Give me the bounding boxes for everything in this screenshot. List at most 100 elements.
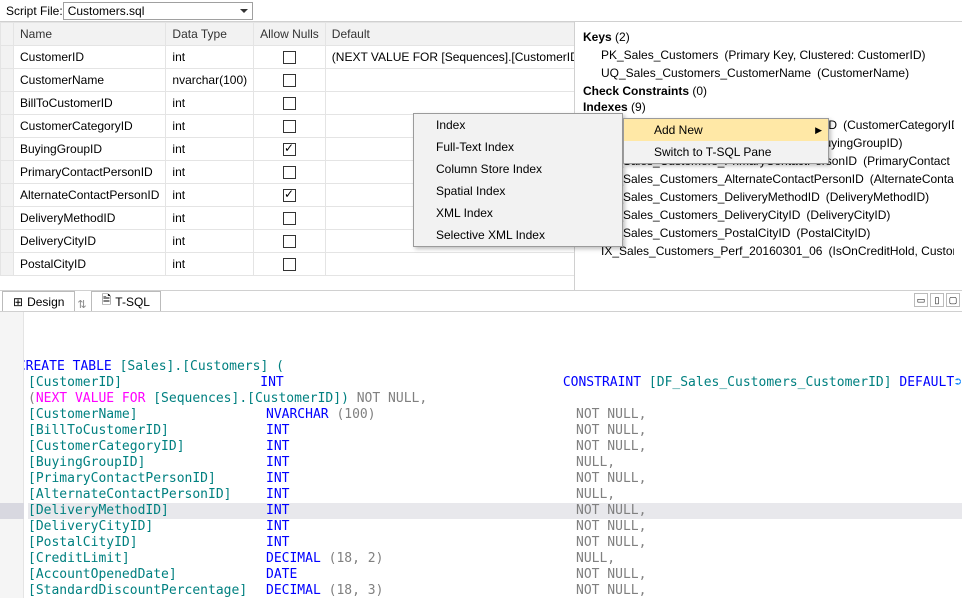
cell-name[interactable]: CustomerCategoryID: [14, 115, 166, 138]
context-menu: Add New▶ Switch to T-SQL Pane: [623, 118, 829, 164]
table-row[interactable]: PostalCityIDint: [1, 253, 576, 276]
index-item[interactable]: FK_Sales_Customers_DeliveryCityID(Delive…: [601, 206, 954, 224]
tab-design[interactable]: ⊞ Design: [2, 291, 75, 311]
key-item[interactable]: PK_Sales_Customers(Primary Key, Clustere…: [601, 46, 954, 64]
cell-allow-nulls[interactable]: [254, 207, 326, 230]
cell-name[interactable]: BuyingGroupID: [14, 138, 166, 161]
cell-type[interactable]: int: [166, 230, 254, 253]
checkbox-icon[interactable]: [283, 212, 296, 225]
cell-allow-nulls[interactable]: [254, 184, 326, 207]
cell-allow-nulls[interactable]: [254, 46, 326, 69]
cell-name[interactable]: CustomerID: [14, 46, 166, 69]
index-item[interactable]: FK_Sales_Customers_PostalCityID(PostalCi…: [601, 224, 954, 242]
menu-item[interactable]: Index: [414, 114, 622, 136]
split-h-icon[interactable]: ▭: [914, 293, 928, 307]
cell-type[interactable]: int: [166, 161, 254, 184]
checkbox-icon[interactable]: [283, 97, 296, 110]
code-line[interactable]: [BuyingGroupID]INTNULL,: [28, 455, 962, 471]
code-line[interactable]: [PostalCityID]INTNOT NULL,: [28, 535, 962, 551]
checkbox-icon[interactable]: [283, 74, 296, 87]
checkbox-icon[interactable]: [283, 51, 296, 64]
code-line[interactable]: [DeliveryMethodID]INTNOT NULL,: [28, 503, 962, 519]
tab-tsql[interactable]: 🗎 T-SQL: [91, 291, 161, 311]
code-line[interactable]: [PrimaryContactPersonID]INTNOT NULL,: [28, 471, 962, 487]
menu-switch-tsql[interactable]: Switch to T-SQL Pane: [624, 141, 828, 163]
key-item[interactable]: UQ_Sales_Customers_CustomerName(Customer…: [601, 64, 954, 82]
index-item[interactable]: FK_Sales_Customers_DeliveryMethodID(Deli…: [601, 188, 954, 206]
design-icon: ⊞: [13, 295, 23, 309]
checkbox-icon[interactable]: [283, 235, 296, 248]
script-file-dropdown[interactable]: Customers.sql: [63, 2, 253, 20]
cell-allow-nulls[interactable]: [254, 138, 326, 161]
code-line[interactable]: [CustomerCategoryID]INTNOT NULL,: [28, 439, 962, 455]
cell-allow-nulls[interactable]: [254, 161, 326, 184]
table-row[interactable]: CustomerIDint (NEXT VALUE FOR [Sequences]…: [1, 46, 576, 69]
cell-name[interactable]: AlternateContactPersonID: [14, 184, 166, 207]
col-header-name[interactable]: Name: [14, 23, 166, 46]
col-header-nulls[interactable]: Allow Nulls: [254, 23, 326, 46]
cell-allow-nulls[interactable]: [254, 69, 326, 92]
cell-name[interactable]: PostalCityID: [14, 253, 166, 276]
code-line[interactable]: (NEXT VALUE FOR [Sequences].[CustomerID]…: [28, 391, 962, 407]
checkbox-icon[interactable]: [283, 166, 296, 179]
cell-type[interactable]: int: [166, 46, 254, 69]
expand-icon[interactable]: ▢: [946, 293, 960, 307]
chevron-down-icon: [240, 9, 248, 13]
cell-type[interactable]: int: [166, 207, 254, 230]
menu-item[interactable]: Selective XML Index: [414, 224, 622, 246]
bottom-tab-bar: ⊞ Design ⇅ 🗎 T-SQL ▭ ▯ ▢: [0, 290, 962, 312]
index-item[interactable]: FK_Sales_Customers_AlternateContactPerso…: [601, 170, 954, 188]
cell-type[interactable]: int: [166, 184, 254, 207]
cell-type[interactable]: int: [166, 115, 254, 138]
menu-item[interactable]: Spatial Index: [414, 180, 622, 202]
cell-type[interactable]: int: [166, 253, 254, 276]
checkbox-icon[interactable]: [283, 258, 296, 271]
cell-allow-nulls[interactable]: [254, 230, 326, 253]
cell-type[interactable]: nvarchar(100): [166, 69, 254, 92]
cell-name[interactable]: DeliveryCityID: [14, 230, 166, 253]
checkbox-icon[interactable]: [283, 189, 296, 202]
table-row[interactable]: CustomerNamenvarchar(100): [1, 69, 576, 92]
code-line[interactable]: [StandardDiscountPercentage]DECIMAL (18,…: [28, 583, 962, 598]
col-header-default[interactable]: Default: [325, 23, 575, 46]
menu-item[interactable]: XML Index: [414, 202, 622, 224]
indexes-header[interactable]: Indexes (9): [583, 100, 954, 114]
editor-gutter: [0, 312, 24, 598]
script-file-bar: Script File: Customers.sql: [0, 0, 962, 22]
cell-allow-nulls[interactable]: [254, 115, 326, 138]
code-line[interactable]: [BillToCustomerID]INTNOT NULL,: [28, 423, 962, 439]
tsql-editor[interactable]: ⊟CREATE TABLE [Sales].[Customers] ( [Cus…: [0, 312, 962, 598]
grid-header-row: Name Data Type Allow Nulls Default: [1, 23, 576, 46]
code-line[interactable]: [AccountOpenedDate]DATENOT NULL,: [28, 567, 962, 583]
index-item[interactable]: IX_Sales_Customers_Perf_20160301_06(IsOn…: [601, 242, 954, 260]
checkbox-icon[interactable]: [283, 120, 296, 133]
code-line[interactable]: ⊟CREATE TABLE [Sales].[Customers] (: [28, 359, 962, 375]
cell-default[interactable]: (NEXT VALUE FOR [Sequences].[CustomerID]…: [325, 46, 575, 69]
split-v-icon[interactable]: ▯: [930, 293, 944, 307]
swap-icon[interactable]: ⇅: [77, 298, 86, 311]
keys-header[interactable]: Keys (2): [583, 30, 954, 44]
cell-default[interactable]: [325, 253, 575, 276]
cell-name[interactable]: BillToCustomerID: [14, 92, 166, 115]
code-line[interactable]: [CustomerID]INTCONSTRAINT [DF_Sales_Cust…: [28, 375, 962, 391]
table-row[interactable]: BillToCustomerIDint: [1, 92, 576, 115]
code-line[interactable]: [CustomerName]NVARCHAR (100)NOT NULL,: [28, 407, 962, 423]
menu-item[interactable]: Column Store Index: [414, 158, 622, 180]
col-header-type[interactable]: Data Type: [166, 23, 254, 46]
check-constraints-header[interactable]: Check Constraints (0): [583, 84, 954, 98]
cell-name[interactable]: PrimaryContactPersonID: [14, 161, 166, 184]
code-line[interactable]: [AlternateContactPersonID]INTNULL,: [28, 487, 962, 503]
cell-type[interactable]: int: [166, 92, 254, 115]
code-line[interactable]: [CreditLimit]DECIMAL (18, 2)NULL,: [28, 551, 962, 567]
cell-default[interactable]: [325, 69, 575, 92]
cell-name[interactable]: CustomerName: [14, 69, 166, 92]
cell-type[interactable]: int: [166, 138, 254, 161]
code-line[interactable]: [DeliveryCityID]INTNOT NULL,: [28, 519, 962, 535]
cell-name[interactable]: DeliveryMethodID: [14, 207, 166, 230]
menu-add-new[interactable]: Add New▶: [624, 119, 828, 141]
cell-allow-nulls[interactable]: [254, 253, 326, 276]
menu-item[interactable]: Full-Text Index: [414, 136, 622, 158]
cell-default[interactable]: [325, 92, 575, 115]
checkbox-icon[interactable]: [283, 143, 296, 156]
cell-allow-nulls[interactable]: [254, 92, 326, 115]
